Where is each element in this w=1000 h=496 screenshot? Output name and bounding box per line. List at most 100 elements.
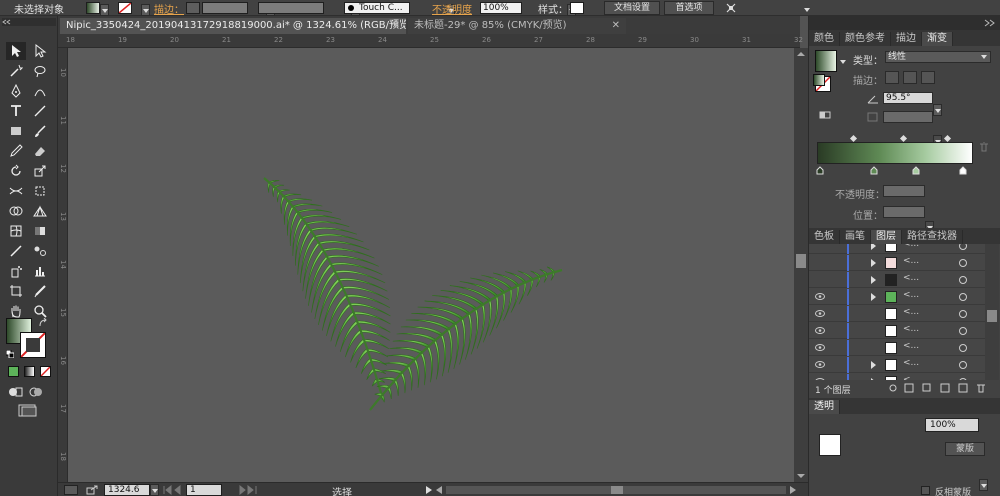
vertical-scrollbar[interactable] [794, 48, 808, 482]
line-tool-icon[interactable] [30, 102, 50, 120]
stroke-swatch[interactable] [118, 2, 132, 14]
palm-leaf-right[interactable] [369, 266, 563, 411]
gradient-type-select[interactable]: 线性 [885, 51, 991, 63]
tab-brushes[interactable]: 画笔 [840, 230, 871, 244]
reverse-gradient-icon[interactable] [819, 110, 831, 120]
swap-fill-stroke-icon[interactable] [38, 317, 48, 328]
layer-name[interactable]: <... [903, 324, 919, 334]
rectangle-tool-icon[interactable] [6, 122, 26, 140]
scroll-up-icon[interactable] [796, 50, 806, 58]
lasso-tool-icon[interactable] [30, 62, 50, 80]
close-icon[interactable]: ✕ [392, 18, 400, 34]
layers-scrollbar[interactable] [985, 244, 999, 380]
target-circle-icon[interactable] [959, 344, 967, 352]
layer-row[interactable]: <... [809, 323, 985, 339]
layer-row[interactable]: <... [809, 306, 985, 322]
eye-icon[interactable] [815, 310, 825, 317]
scroll-down-icon[interactable] [796, 472, 806, 480]
tab-pathfinder[interactable]: 路径查找器 [902, 230, 963, 244]
eye-icon[interactable] [815, 361, 825, 368]
gradient-stops[interactable] [815, 166, 975, 176]
palm-leaf-left[interactable] [263, 177, 391, 401]
pencil-tool-icon[interactable] [6, 142, 26, 160]
expand-arrow-icon[interactable] [871, 378, 876, 380]
drawing-mode-icon[interactable] [8, 386, 24, 398]
mesh-tool-icon[interactable] [6, 222, 26, 240]
expand-arrow-icon[interactable] [871, 259, 876, 267]
last-artboard-icon[interactable] [236, 484, 260, 496]
direct-selection-tool-icon[interactable] [30, 42, 50, 60]
midpoint-diamond-icon[interactable] [849, 134, 858, 143]
zoom-dropdown-icon[interactable] [150, 484, 159, 496]
gradient-slider[interactable] [817, 134, 973, 164]
perspective-grid-tool-icon[interactable] [30, 202, 50, 220]
arrange-dropdown-icon[interactable] [803, 4, 812, 16]
opacity-label[interactable]: 不透明度 [432, 1, 472, 16]
default-fill-stroke-icon[interactable] [5, 349, 15, 359]
pen-tool-icon[interactable] [6, 82, 26, 100]
gradient-preset-dropdown-icon[interactable] [839, 56, 848, 68]
fill-swatch[interactable] [86, 2, 100, 14]
slice-tool-icon[interactable] [30, 282, 50, 300]
opacity-input[interactable]: 100% [480, 2, 522, 14]
color-mode-icon[interactable] [8, 366, 19, 377]
rotate-tool-icon[interactable] [6, 162, 26, 180]
expand-arrow-icon[interactable] [871, 293, 876, 301]
stroke-gradient-across-icon[interactable] [921, 71, 935, 84]
hscroll-left-icon[interactable] [434, 485, 444, 495]
layer-name[interactable]: <... [903, 307, 919, 317]
eye-icon[interactable] [815, 293, 825, 300]
layer-name[interactable]: <... [903, 290, 919, 300]
eraser-tool-icon[interactable] [30, 142, 50, 160]
symbol-sprayer-tool-icon[interactable] [6, 262, 26, 280]
stroke-label[interactable]: 描边： [154, 1, 184, 16]
stroke-dropdown-icon[interactable] [141, 3, 150, 16]
close-icon[interactable]: ✕ [612, 18, 620, 34]
expand-arrow-icon[interactable] [871, 361, 876, 369]
gradient-ramp[interactable] [817, 142, 973, 164]
fill-dropdown-icon[interactable] [100, 3, 109, 16]
stroke-gradient-along-icon[interactable] [903, 71, 917, 84]
hscroll-thumb[interactable] [611, 486, 623, 494]
target-circle-icon[interactable] [959, 276, 967, 284]
eye-icon[interactable] [815, 378, 825, 380]
horizontal-ruler[interactable]: 18 19 20 21 22 23 24 25 26 27 28 29 30 31 32 [58, 34, 803, 48]
layer-name[interactable]: <... [903, 358, 919, 368]
brush-select[interactable]: Touch C... [344, 2, 410, 14]
tab-transparency[interactable]: 透明 [809, 400, 840, 414]
tab-swatches[interactable]: 色板 [809, 230, 840, 244]
eyedropper-tool-icon[interactable] [6, 242, 26, 260]
draw-behind-icon[interactable] [28, 386, 44, 398]
layer-row[interactable]: <... [809, 289, 985, 305]
free-transform-tool-icon[interactable] [30, 182, 50, 200]
stop-position-input[interactable] [883, 206, 925, 218]
share-icon[interactable] [86, 485, 98, 495]
expand-arrow-icon[interactable] [871, 276, 876, 284]
transparency-opacity-input[interactable]: 100% [925, 418, 979, 432]
none-mode-icon[interactable] [40, 366, 51, 377]
arrange-documents-icon[interactable] [724, 1, 738, 15]
artboard-page-input[interactable]: 1 [186, 484, 222, 496]
aspect-ratio-input[interactable] [883, 111, 933, 123]
print-tiling-icon[interactable] [64, 485, 78, 495]
width-tool-icon[interactable] [6, 182, 26, 200]
eye-icon[interactable] [815, 327, 825, 334]
layer-name[interactable]: <... [903, 256, 919, 266]
target-circle-icon[interactable] [959, 361, 967, 369]
midpoint-diamond-icon[interactable] [943, 134, 952, 143]
target-circle-icon[interactable] [959, 293, 967, 301]
document-setup-button[interactable]: 文档设置 [604, 1, 660, 15]
artboard-tool-icon[interactable] [6, 282, 26, 300]
gradient-fill-swatch[interactable] [813, 74, 825, 86]
expand-arrow-icon[interactable] [871, 244, 876, 250]
scale-tool-icon[interactable] [30, 162, 50, 180]
target-circle-icon[interactable] [959, 327, 967, 335]
target-circle-icon[interactable] [959, 378, 967, 380]
layer-row[interactable]: <... [809, 244, 985, 254]
stroke-gradient-within-icon[interactable] [885, 71, 899, 84]
target-circle-icon[interactable] [959, 259, 967, 267]
layer-row[interactable]: <... [809, 255, 985, 271]
angle-dropdown-icon[interactable] [933, 104, 942, 116]
gradient-tool-icon[interactable] [30, 222, 50, 240]
status-menu-arrow-icon[interactable] [424, 485, 434, 495]
